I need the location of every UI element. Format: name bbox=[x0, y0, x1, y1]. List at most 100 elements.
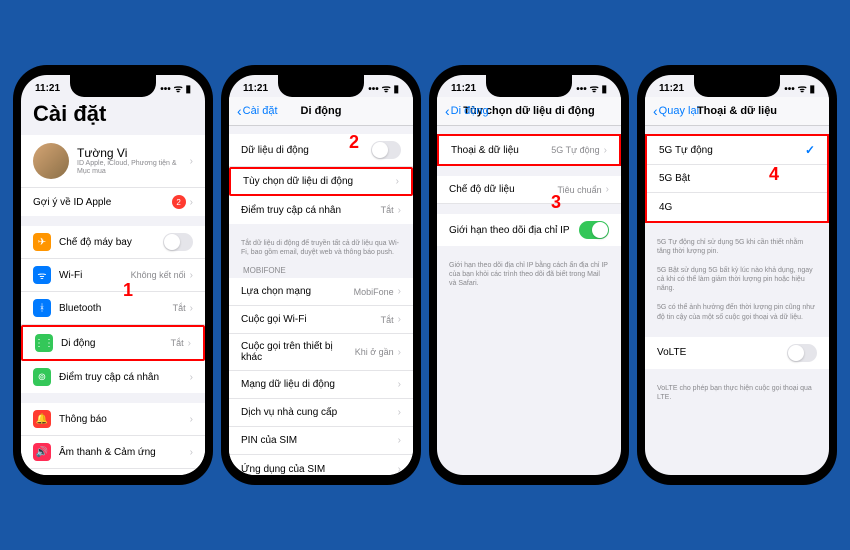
page-title: Cài đặt bbox=[21, 97, 205, 135]
bluetooth-icon: ᚼ bbox=[33, 299, 51, 317]
data-mode-row[interactable]: Chế độ dữ liệuTiêu chuẩn› bbox=[437, 176, 621, 204]
airplane-row[interactable]: ✈ Chế độ máy bay bbox=[21, 226, 205, 259]
step-marker-2: 2 bbox=[349, 132, 359, 153]
speaker-icon: 🔊 bbox=[33, 443, 51, 461]
network-selection-row[interactable]: Lựa chọn mạngMobiFone› bbox=[229, 278, 413, 306]
profile-row[interactable]: Tường Vi ID Apple, iCloud, Phương tiện &… bbox=[21, 135, 205, 188]
option-5g-on[interactable]: 5G Bật bbox=[647, 165, 827, 193]
chevron-icon: › bbox=[190, 447, 193, 458]
chevron-icon: › bbox=[398, 286, 401, 297]
chevron-icon: › bbox=[398, 347, 401, 358]
focus-row[interactable]: ☾ Tập trung › bbox=[21, 469, 205, 475]
chevron-icon: › bbox=[190, 156, 193, 167]
hotspot-row[interactable]: Điểm truy cập cá nhân Tắt › bbox=[229, 196, 413, 224]
notch bbox=[486, 75, 572, 97]
wifi-calling-row[interactable]: Cuộc gọi Wi-FiTắt› bbox=[229, 306, 413, 334]
bluetooth-row[interactable]: ᚼ Bluetooth Tắt › bbox=[21, 292, 205, 325]
screen-4: 11:21 ••• ᯤ ▮ ‹Quay lại Thoại & dữ liệu … bbox=[645, 75, 829, 475]
data-network-row[interactable]: Mạng dữ liệu di động› bbox=[229, 371, 413, 399]
back-button[interactable]: ‹Quay lại bbox=[653, 103, 699, 119]
nav-bar: ‹Di động Tùy chọn dữ liệu di động bbox=[437, 97, 621, 126]
section-header: MOBIFONE bbox=[229, 262, 413, 278]
chevron-icon: › bbox=[398, 435, 401, 446]
check-icon: ✓ bbox=[805, 143, 815, 157]
phone-2: 11:21 ••• ᯤ ▮ ‹Cài đặt Di động Dữ liệu d… bbox=[221, 65, 421, 485]
chevron-icon: › bbox=[398, 464, 401, 475]
status-time: 11:21 bbox=[659, 83, 684, 94]
chevron-icon: › bbox=[398, 379, 401, 390]
profile-name: Tường Vi bbox=[77, 146, 190, 160]
back-arrow-icon: ‹ bbox=[653, 103, 658, 119]
screen-1: 11:21 ••• ᯤ ▮ Cài đặt Tường Vi ID Apple,… bbox=[21, 75, 205, 475]
status-icons: ••• ᯤ ▮ bbox=[784, 81, 815, 95]
chevron-icon: › bbox=[398, 407, 401, 418]
badge: 2 bbox=[172, 195, 186, 209]
appleid-row[interactable]: Gợi ý về ID Apple 2 › bbox=[21, 188, 205, 216]
wifi-icon: ᯤ bbox=[33, 266, 51, 284]
volte-row[interactable]: VoLTE bbox=[645, 337, 829, 369]
step-marker-1: 1 bbox=[123, 280, 133, 301]
chevron-icon: › bbox=[398, 205, 401, 216]
footer-text: 5G Tự động chỉ sử dụng 5G khi cần thiết … bbox=[645, 233, 829, 261]
wifi-row[interactable]: ᯤ Wi-Fi Không kết nối › bbox=[21, 259, 205, 292]
status-icons: ••• ᯤ ▮ bbox=[160, 81, 191, 95]
back-button[interactable]: ‹Di động bbox=[445, 103, 489, 119]
chevron-icon: › bbox=[396, 176, 399, 187]
step-marker-3: 3 bbox=[551, 192, 561, 213]
ip-limit-row[interactable]: Giới hạn theo dõi địa chỉ IP bbox=[437, 214, 621, 246]
footer-text: 5G Bật sử dụng 5G bất kỳ lúc nào khả dụn… bbox=[645, 261, 829, 298]
sim-apps-row[interactable]: Ứng dụng của SIM› bbox=[229, 455, 413, 475]
cellular-data-row[interactable]: Dữ liệu di động bbox=[229, 134, 413, 167]
status-icons: ••• ᯤ ▮ bbox=[576, 81, 607, 95]
footer-text: Giới hạn theo dõi địa chỉ IP bằng cách ẩ… bbox=[437, 256, 621, 293]
back-arrow-icon: ‹ bbox=[445, 103, 450, 119]
status-time: 11:21 bbox=[35, 83, 60, 94]
sound-row[interactable]: 🔊 Âm thanh & Cảm ứng › bbox=[21, 436, 205, 469]
chevron-icon: › bbox=[190, 414, 193, 425]
footer-text: VoLTE cho phép bạn thực hiện cuộc gọi th… bbox=[645, 379, 829, 407]
carrier-services-row[interactable]: Dịch vụ nhà cung cấp› bbox=[229, 399, 413, 427]
notch bbox=[70, 75, 156, 97]
voice-data-row[interactable]: Thoại & dữ liệu5G Tự động› bbox=[439, 136, 619, 164]
data-options-row[interactable]: Tùy chọn dữ liệu di động › bbox=[229, 167, 413, 196]
airplane-icon: ✈ bbox=[33, 233, 51, 251]
back-button[interactable]: ‹Cài đặt bbox=[237, 103, 278, 119]
step-marker-4: 4 bbox=[769, 164, 779, 185]
phone-1: 11:21 ••• ᯤ ▮ Cài đặt Tường Vi ID Apple,… bbox=[13, 65, 213, 485]
profile-sub: ID Apple, iCloud, Phương tiện & Mục mua bbox=[77, 160, 190, 177]
notifications-row[interactable]: 🔔 Thông báo › bbox=[21, 403, 205, 436]
screen-2: 11:21 ••• ᯤ ▮ ‹Cài đặt Di động Dữ liệu d… bbox=[229, 75, 413, 475]
other-device-calls-row[interactable]: Cuộc gọi trên thiết bị khácKhi ở gần› bbox=[229, 334, 413, 371]
option-5g-auto[interactable]: 5G Tự động✓ bbox=[647, 136, 827, 165]
bell-icon: 🔔 bbox=[33, 410, 51, 428]
volte-toggle[interactable] bbox=[787, 344, 817, 362]
screen-3: 11:21 ••• ᯤ ▮ ‹Di động Tùy chọn dữ liệu … bbox=[437, 75, 621, 475]
cellular-toggle[interactable] bbox=[371, 141, 401, 159]
chevron-icon: › bbox=[398, 314, 401, 325]
avatar bbox=[33, 143, 69, 179]
back-arrow-icon: ‹ bbox=[237, 103, 242, 119]
phone-3: 11:21 ••• ᯤ ▮ ‹Di động Tùy chọn dữ liệu … bbox=[429, 65, 629, 485]
chevron-icon: › bbox=[190, 303, 193, 314]
phone-4: 11:21 ••• ᯤ ▮ ‹Quay lại Thoại & dữ liệu … bbox=[637, 65, 837, 485]
hotspot-row[interactable]: ⊚ Điểm truy cập cá nhân › bbox=[21, 361, 205, 393]
nav-bar: ‹Cài đặt Di động bbox=[229, 97, 413, 126]
chevron-icon: › bbox=[604, 145, 607, 156]
status-icons: ••• ᯤ ▮ bbox=[368, 81, 399, 95]
status-time: 11:21 bbox=[243, 83, 268, 94]
footer-text: Tắt dữ liệu di động để truyền tất cả dữ … bbox=[229, 234, 413, 262]
chevron-icon: › bbox=[606, 184, 609, 195]
chevron-icon: › bbox=[190, 197, 193, 208]
option-4g[interactable]: 4G bbox=[647, 193, 827, 221]
chevron-icon: › bbox=[188, 338, 191, 349]
status-time: 11:21 bbox=[451, 83, 476, 94]
chevron-icon: › bbox=[190, 270, 193, 281]
ip-limit-toggle[interactable] bbox=[579, 221, 609, 239]
footer-text: 5G có thể ảnh hưởng đến thời lượng pin c… bbox=[645, 298, 829, 326]
chevron-icon: › bbox=[190, 372, 193, 383]
airplane-toggle[interactable] bbox=[163, 233, 193, 251]
notch bbox=[278, 75, 364, 97]
sim-pin-row[interactable]: PIN của SIM› bbox=[229, 427, 413, 455]
cellular-icon: ⋮⋮ bbox=[35, 334, 53, 352]
mobile-row[interactable]: ⋮⋮ Di động Tắt › bbox=[21, 325, 205, 361]
